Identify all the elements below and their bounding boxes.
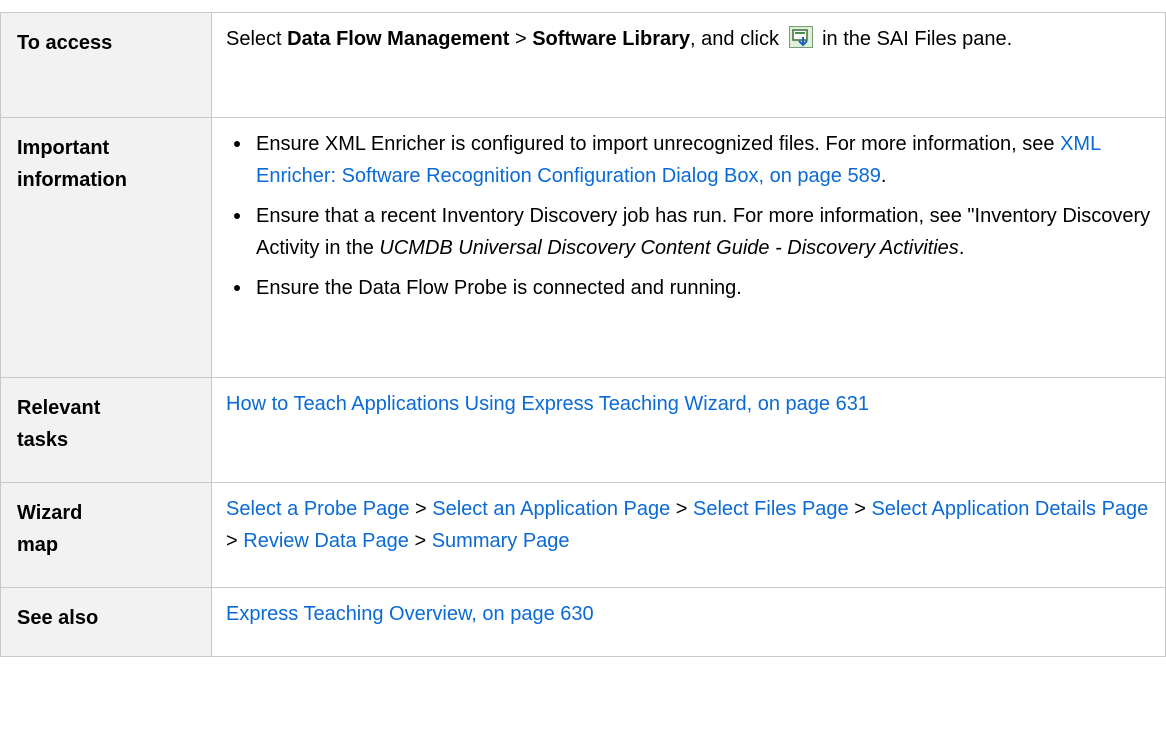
- list-item: Ensure that a recent Inventory Discovery…: [226, 200, 1165, 264]
- link-how-to-teach-applications[interactable]: How to Teach Applications Using Express …: [226, 393, 869, 415]
- access-mid: , and click: [690, 28, 785, 50]
- link-select-application-details-page[interactable]: Select Application Details Page: [871, 498, 1148, 520]
- bullet2-guide-title: UCMDB Universal Discovery Content Guide …: [379, 237, 959, 259]
- label-wizard-map: Wizard map: [0, 482, 212, 588]
- bullet-dot-icon: [234, 141, 240, 147]
- info-table: To access Select Data Flow Management > …: [0, 12, 1166, 657]
- row-relevant-tasks: Relevant tasks How to Teach Applications…: [0, 377, 1166, 483]
- value-relevant-tasks: How to Teach Applications Using Express …: [211, 377, 1166, 483]
- bullet-dot-icon: [234, 285, 240, 291]
- access-menu-software-library: Software Library: [532, 28, 691, 50]
- wizard-separator: >: [670, 498, 694, 520]
- wizard-separator: >: [409, 498, 433, 520]
- row-wizard-map: Wizard map Select a Probe Page > Select …: [0, 482, 1166, 588]
- link-summary-page[interactable]: Summary Page: [432, 530, 570, 552]
- label-wizard-line2: map: [17, 534, 59, 556]
- label-important-line2: information: [17, 169, 127, 191]
- label-important-line1: Important: [17, 137, 110, 159]
- bullet1-text: Ensure XML Enricher is configured to imp…: [256, 133, 1061, 155]
- link-select-probe-page[interactable]: Select a Probe Page: [226, 498, 409, 520]
- access-menu-data-flow-management: Data Flow Management: [287, 28, 510, 50]
- row-to-access: To access Select Data Flow Management > …: [0, 12, 1166, 118]
- link-express-teaching-overview[interactable]: Express Teaching Overview, on page 630: [226, 603, 594, 625]
- label-relevant-line1: Relevant: [17, 397, 101, 419]
- wizard-separator: >: [226, 530, 244, 552]
- label-to-access: To access: [0, 12, 212, 118]
- list-item: Ensure XML Enricher is configured to imp…: [226, 128, 1165, 192]
- important-bullet-list: Ensure XML Enricher is configured to imp…: [226, 128, 1165, 304]
- value-to-access: Select Data Flow Management > Software L…: [211, 12, 1166, 118]
- access-separator: >: [509, 28, 533, 50]
- row-see-also: See also Express Teaching Overview, on p…: [0, 587, 1166, 657]
- bullet1-end: .: [880, 165, 887, 187]
- wizard-separator: >: [848, 498, 872, 520]
- add-sai-file-icon: [788, 26, 813, 48]
- link-review-data-page[interactable]: Review Data Page: [243, 530, 409, 552]
- label-important-information: Important information: [0, 117, 212, 378]
- list-item: Ensure the Data Flow Probe is connected …: [226, 272, 1165, 304]
- bullet-dot-icon: [234, 213, 240, 219]
- label-wizard-line1: Wizard: [17, 502, 83, 524]
- bullet2-end: .: [958, 237, 965, 259]
- wizard-separator: >: [408, 530, 432, 552]
- row-important-information: Important information Ensure XML Enriche…: [0, 117, 1166, 378]
- label-see-also: See also: [0, 587, 212, 657]
- link-select-files-page[interactable]: Select Files Page: [693, 498, 849, 520]
- label-relevant-tasks: Relevant tasks: [0, 377, 212, 483]
- bullet3-text: Ensure the Data Flow Probe is connected …: [256, 277, 742, 299]
- label-relevant-line2: tasks: [17, 429, 69, 451]
- link-select-application-page[interactable]: Select an Application Page: [432, 498, 670, 520]
- access-suffix: in the SAI Files pane.: [816, 28, 1013, 50]
- value-wizard-map: Select a Probe Page > Select an Applicat…: [211, 482, 1166, 588]
- value-important-information: Ensure XML Enricher is configured to imp…: [211, 117, 1166, 378]
- access-prefix: Select: [226, 28, 288, 50]
- value-see-also: Express Teaching Overview, on page 630: [211, 587, 1166, 657]
